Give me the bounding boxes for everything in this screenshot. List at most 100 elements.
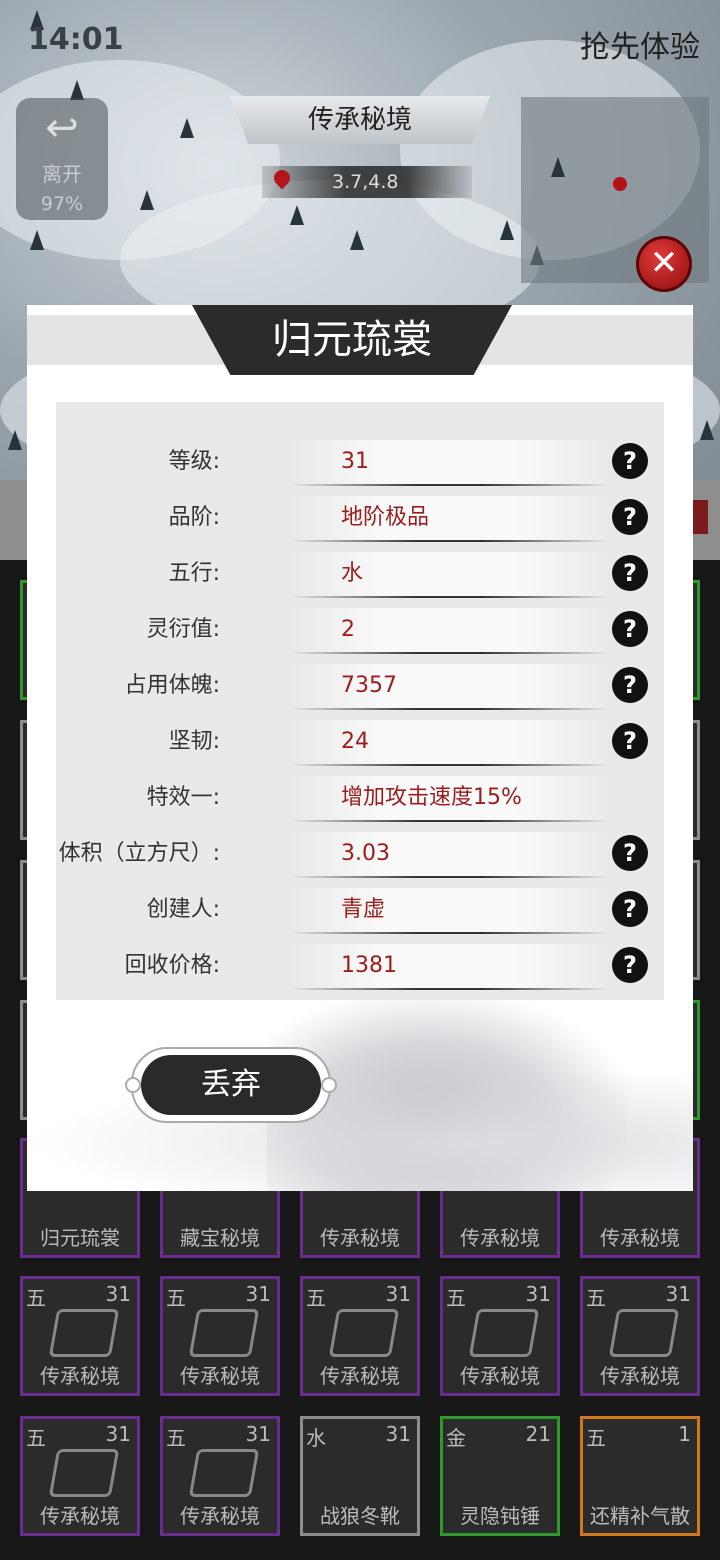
attr-value-box bbox=[290, 888, 610, 932]
item-detail-dialog: 归元琉裳 等级: 31 ? 品阶: 地阶极品 ? 五行: 水 ? 灵衍值: 2 … bbox=[27, 305, 693, 1191]
map-scroll-icon bbox=[48, 1309, 120, 1357]
help-icon[interactable]: ? bbox=[612, 947, 648, 983]
inventory-slot[interactable]: 水 31 战狼冬靴 bbox=[300, 1416, 420, 1536]
return-arrow-icon: ↩ bbox=[45, 105, 79, 151]
attr-underline bbox=[290, 652, 610, 654]
attr-value: 2 bbox=[341, 617, 355, 642]
attr-value-box bbox=[290, 440, 610, 484]
help-icon[interactable]: ? bbox=[612, 443, 648, 479]
slot-name: 传承秘境 bbox=[180, 1364, 260, 1388]
attr-underline bbox=[290, 708, 610, 710]
tree-icon bbox=[180, 118, 194, 138]
map-title: 传承秘境 bbox=[307, 105, 412, 135]
help-icon[interactable]: ? bbox=[612, 611, 648, 647]
map-scroll-icon bbox=[468, 1309, 540, 1357]
attr-value: 24 bbox=[341, 729, 369, 754]
slot-element: 金 bbox=[446, 1426, 466, 1450]
slot-level: 31 bbox=[245, 1422, 271, 1446]
discard-button[interactable]: 丢弃 bbox=[141, 1055, 321, 1115]
slot-element: 五 bbox=[306, 1286, 326, 1310]
location-pin-icon bbox=[270, 166, 294, 190]
slot-name: 传承秘境 bbox=[600, 1226, 680, 1250]
map-title-banner: 传承秘境 bbox=[230, 96, 490, 144]
slot-name: 灵隐钝锤 bbox=[460, 1504, 540, 1528]
slot-name: 传承秘境 bbox=[320, 1226, 400, 1250]
map-scroll-icon bbox=[608, 1309, 680, 1357]
attr-value: 水 bbox=[341, 561, 364, 586]
inventory-slot[interactable]: 五 31 传承秘境 bbox=[440, 1276, 560, 1396]
slot-level: 31 bbox=[385, 1422, 411, 1446]
slot-element: 五 bbox=[166, 1426, 186, 1450]
coordinates-value: 3.7,4.8 bbox=[332, 171, 399, 193]
map-scroll-icon bbox=[188, 1449, 260, 1497]
attr-row-spirit: 灵衍值: 2 ? bbox=[56, 602, 664, 658]
frame-knob bbox=[321, 1077, 337, 1093]
slot-name: 归元琉裳 bbox=[40, 1226, 120, 1250]
attr-value: 1381 bbox=[341, 953, 397, 978]
slot-level: 21 bbox=[525, 1422, 551, 1446]
map-scroll-icon bbox=[328, 1309, 400, 1357]
attr-row-grade: 品阶: 地阶极品 ? bbox=[56, 490, 664, 546]
tree-icon bbox=[700, 420, 714, 440]
close-button[interactable]: ✕ bbox=[636, 236, 692, 292]
early-access-label[interactable]: 抢先体验 bbox=[580, 22, 700, 66]
attr-label: 品阶: bbox=[168, 505, 220, 530]
slot-element: 五 bbox=[586, 1286, 606, 1310]
slot-level: 31 bbox=[665, 1282, 691, 1306]
slot-name: 传承秘境 bbox=[460, 1226, 540, 1250]
attribute-panel: 等级: 31 ? 品阶: 地阶极品 ? 五行: 水 ? 灵衍值: 2 ? 占用体… bbox=[56, 402, 664, 1000]
attr-value: 地阶极品 bbox=[341, 505, 430, 530]
slot-name: 藏宝秘境 bbox=[180, 1226, 260, 1250]
attr-underline bbox=[290, 540, 610, 542]
inventory-slot[interactable]: 五 31 传承秘境 bbox=[20, 1276, 140, 1396]
help-icon[interactable]: ? bbox=[612, 667, 648, 703]
inventory-slot[interactable]: 五 31 传承秘境 bbox=[580, 1276, 700, 1396]
inventory-slot[interactable]: 五 31 传承秘境 bbox=[300, 1276, 420, 1396]
slot-level: 31 bbox=[525, 1282, 551, 1306]
inventory-slot[interactable]: 五 31 传承秘境 bbox=[160, 1416, 280, 1536]
attr-value-box bbox=[290, 944, 610, 988]
attr-value: 7357 bbox=[341, 673, 397, 698]
help-icon[interactable]: ? bbox=[612, 499, 648, 535]
close-icon: ✕ bbox=[649, 243, 679, 283]
dialog-title: 归元琉裳 bbox=[272, 317, 432, 363]
slot-name: 战狼冬靴 bbox=[320, 1504, 400, 1528]
inventory-slot[interactable]: 金 21 灵隐钝锤 bbox=[440, 1416, 560, 1536]
help-icon[interactable]: ? bbox=[612, 835, 648, 871]
attr-value-box bbox=[290, 832, 610, 876]
attr-row-recycle-price: 回收价格: 1381 ? bbox=[56, 938, 664, 994]
attr-row-level: 等级: 31 ? bbox=[56, 434, 664, 490]
tree-icon bbox=[70, 80, 84, 100]
attr-label: 体积（立方尺）: bbox=[58, 841, 220, 866]
attr-underline bbox=[290, 596, 610, 598]
slot-element: 五 bbox=[26, 1426, 46, 1450]
attr-row-effect: 特效一: 增加攻击速度15% bbox=[56, 770, 664, 826]
slot-name: 传承秘境 bbox=[460, 1364, 540, 1388]
leave-button[interactable]: ↩ 离开 97% bbox=[16, 98, 108, 220]
slot-name: 传承秘境 bbox=[320, 1364, 400, 1388]
attr-row-toughness: 坚韧: 24 ? bbox=[56, 714, 664, 770]
help-icon[interactable]: ? bbox=[612, 891, 648, 927]
slot-name: 传承秘境 bbox=[180, 1504, 260, 1528]
attr-value: 3.03 bbox=[341, 841, 390, 866]
map-scroll-icon bbox=[188, 1309, 260, 1357]
tree-icon bbox=[350, 230, 364, 250]
player-marker-icon bbox=[613, 177, 627, 191]
inventory-slot[interactable]: 五 1 还精补气散 bbox=[580, 1416, 700, 1536]
tree-icon bbox=[8, 430, 22, 450]
help-icon[interactable]: ? bbox=[612, 723, 648, 759]
help-icon[interactable]: ? bbox=[612, 555, 648, 591]
attr-value-box bbox=[290, 664, 610, 708]
slot-name: 传承秘境 bbox=[40, 1364, 120, 1388]
attr-underline bbox=[290, 932, 610, 934]
inventory-slot[interactable]: 五 31 传承秘境 bbox=[20, 1416, 140, 1536]
slot-element: 水 bbox=[306, 1426, 326, 1450]
slot-name: 传承秘境 bbox=[600, 1364, 680, 1388]
attr-row-physique: 占用体魄: 7357 ? bbox=[56, 658, 664, 714]
inventory-slot[interactable]: 五 31 传承秘境 bbox=[160, 1276, 280, 1396]
attr-label: 创建人: bbox=[146, 897, 220, 922]
slot-level: 31 bbox=[385, 1282, 411, 1306]
slot-element: 五 bbox=[586, 1426, 606, 1450]
slot-name: 传承秘境 bbox=[40, 1504, 120, 1528]
coordinate-bar: 3.7,4.8 bbox=[262, 166, 472, 198]
